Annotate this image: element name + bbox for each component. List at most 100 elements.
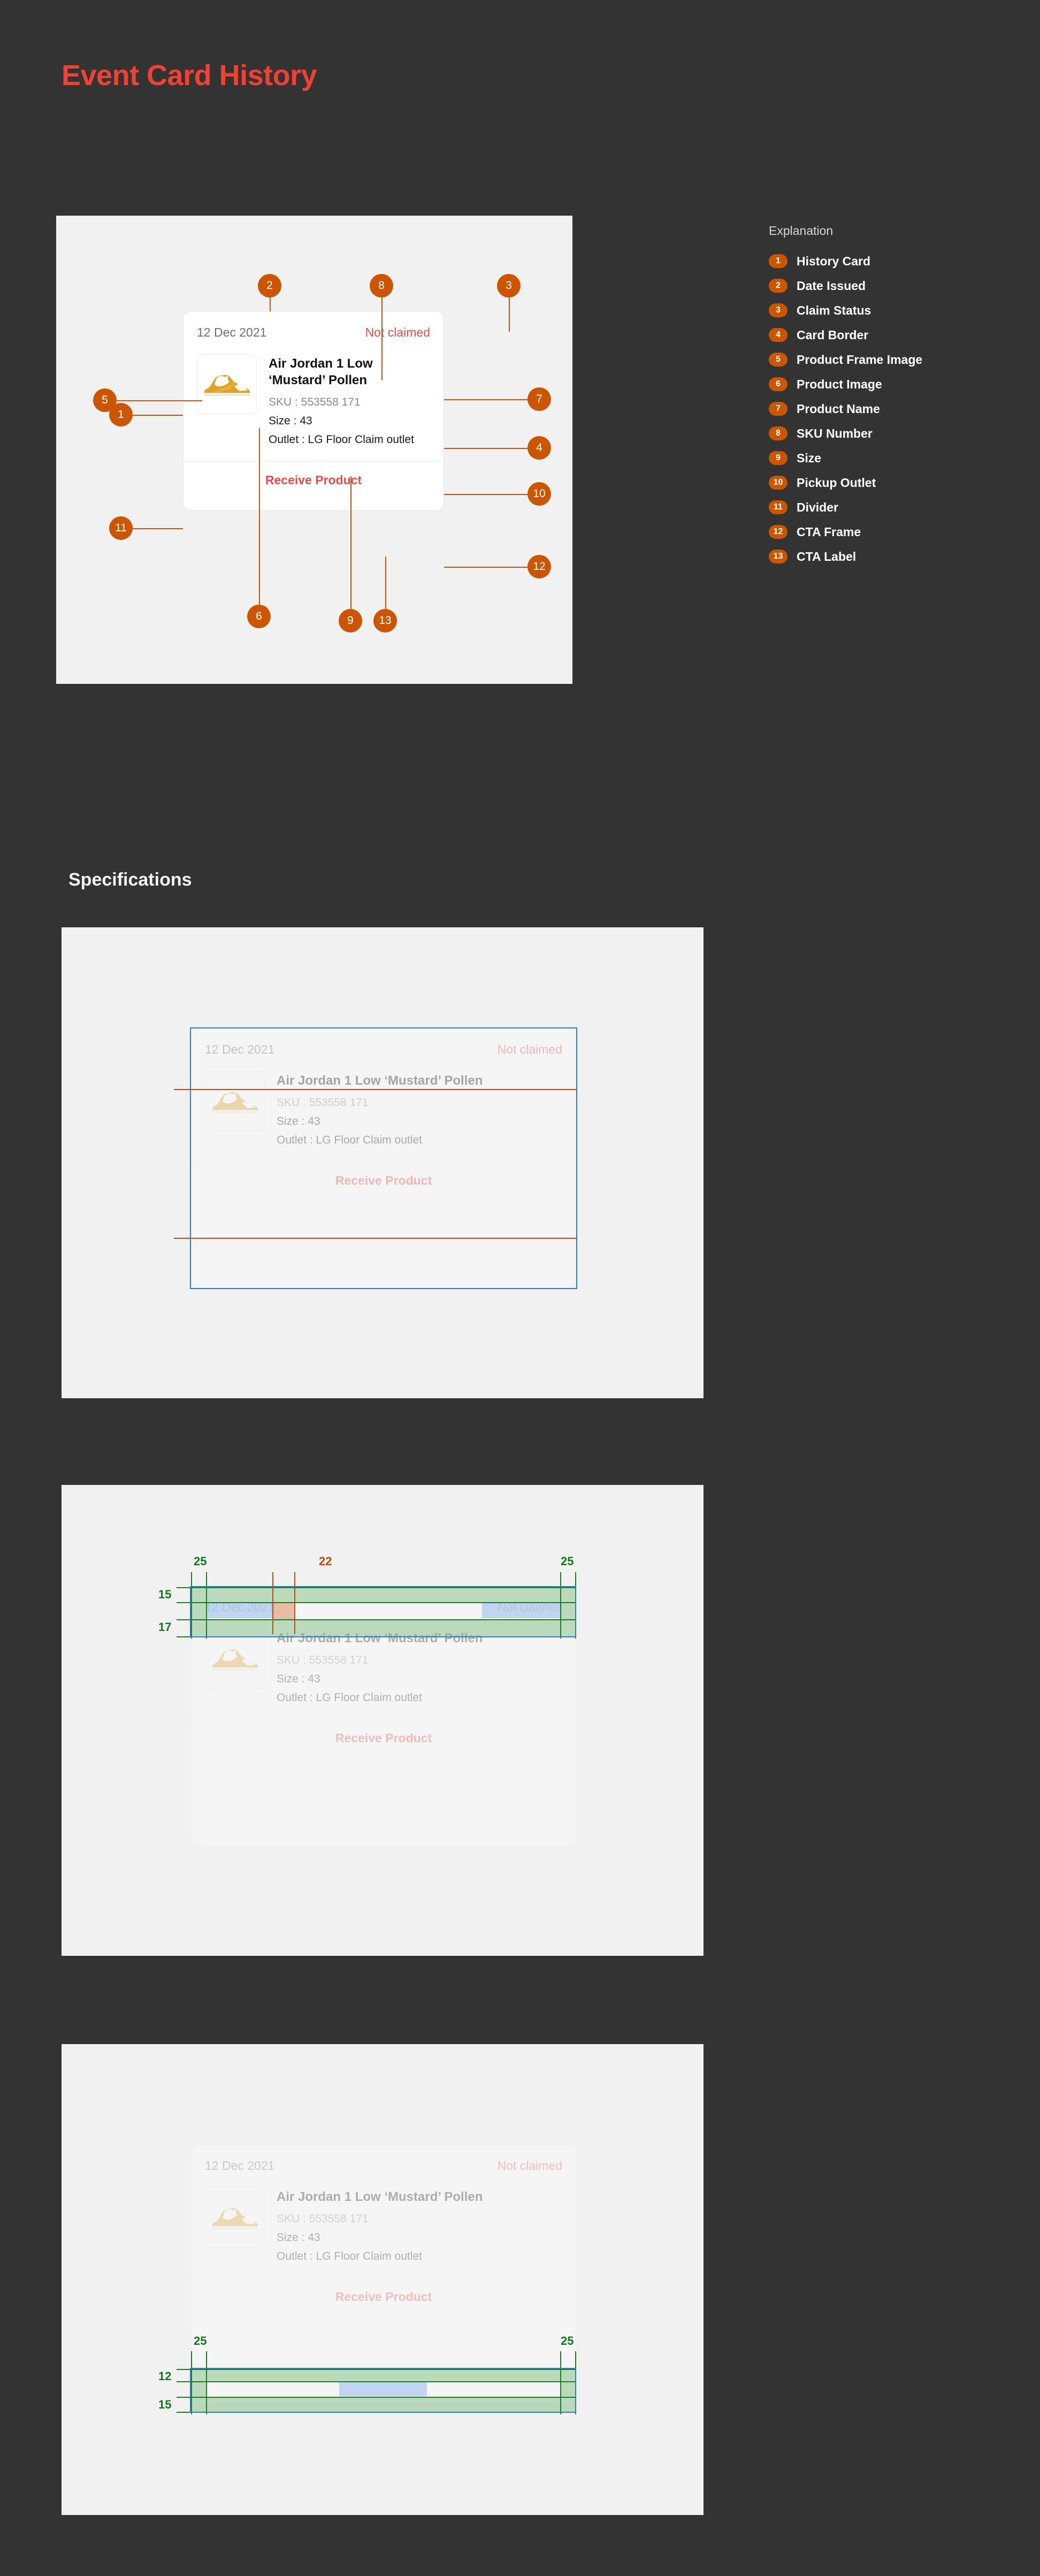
- leader-line-9: [350, 476, 351, 609]
- specifications-heading: Specifications: [68, 870, 192, 890]
- spec3-cta-selection: [339, 2382, 427, 2396]
- claim-status: Not claimed: [365, 325, 430, 339]
- spec1-product-frame: [205, 1071, 265, 1131]
- legend-badge-10: 10: [769, 476, 787, 490]
- spec3-product-frame: [205, 2188, 265, 2247]
- spec2-band-top: [191, 1587, 575, 1602]
- spec2-guide-mid-top: [177, 1602, 575, 1603]
- card-header-row: 12 Dec 2021 Not claimed: [197, 325, 430, 342]
- spec2-band-right: [560, 1602, 575, 1619]
- spec1-card-top: 12 Dec 2021 Not claimed Air Jordan 1 Low…: [192, 1029, 576, 1162]
- leader-line-11: [133, 528, 183, 529]
- legend-badge-11: 11: [769, 500, 787, 514]
- legend-item-date-issued[interactable]: 2 Date Issued: [769, 273, 1004, 298]
- legend-item-cta-frame[interactable]: 12 CTA Frame: [769, 520, 1004, 544]
- callout-marker-11[interactable]: 11: [109, 516, 133, 540]
- spec3-guide-right-outer: [575, 2351, 576, 2414]
- legend-badge-1: 1: [769, 254, 787, 268]
- spec2-date-selection: [206, 1603, 272, 1618]
- legend-item-size[interactable]: 9 Size: [769, 446, 1004, 470]
- spec2-guide-left-inner: [206, 1572, 207, 1638]
- legend-item-history-card[interactable]: 1 History Card: [769, 249, 1004, 273]
- legend-item-cta-label[interactable]: 13 CTA Label: [769, 544, 1004, 569]
- spec1-product-name: Air Jordan 1 Low ‘Mustard’ Pollen: [277, 1073, 483, 1088]
- legend-item-claim-status[interactable]: 3 Claim Status: [769, 298, 1004, 323]
- spec3-guide-left-inner: [206, 2351, 207, 2414]
- spec1-sku: SKU : 553558 171: [277, 1096, 369, 1109]
- product-frame-image: [197, 354, 257, 414]
- spec3-band-right: [560, 2381, 575, 2397]
- spec1-cta-label: Receive Product: [335, 1173, 432, 1187]
- spec1-size: Size : 43: [277, 1115, 320, 1128]
- cta-frame[interactable]: Receive Product: [183, 462, 443, 498]
- spec3-sku: SKU : 553558 171: [277, 2213, 369, 2226]
- callout-marker-6[interactable]: 6: [247, 605, 271, 628]
- callout-marker-1[interactable]: 1: [109, 403, 133, 426]
- sneaker-icon: [212, 2208, 258, 2229]
- legend-label-6: Product Image: [797, 377, 882, 391]
- spec3-status: Not claimed: [497, 2159, 562, 2173]
- legend-badge-5: 5: [769, 353, 787, 367]
- legend-label-7: Product Name: [797, 401, 880, 416]
- cta-label: Receive Product: [265, 472, 362, 487]
- legend-label-12: CTA Frame: [797, 524, 861, 539]
- spec2-pad-bottom-value: 17: [158, 1620, 172, 1634]
- legend-item-divider[interactable]: 11 Divider: [769, 495, 1004, 520]
- leader-line-1: [133, 415, 183, 416]
- spec1-header-row: 12 Dec 2021 Not claimed: [205, 1042, 562, 1060]
- legend-item-product-frame-image[interactable]: 5 Product Frame Image: [769, 347, 1004, 372]
- leader-line-8: [381, 286, 383, 380]
- spec3-cta-label: Receive Product: [335, 2289, 432, 2304]
- spec3-pad-bottom-value: 15: [158, 2398, 172, 2411]
- spec2-product-frame: [205, 1629, 265, 1689]
- spec1-date: 12 Dec 2021: [205, 1042, 275, 1056]
- legend-badge-4: 4: [769, 328, 787, 342]
- spec3-guide-mid-bottom: [177, 2397, 575, 2398]
- legend-label-9: Size: [797, 451, 822, 465]
- spec3-pad-top-value: 12: [158, 2369, 172, 2383]
- legend-item-card-border[interactable]: 4 Card Border: [769, 323, 1004, 347]
- legend-title: Explanation: [769, 224, 833, 238]
- legend-item-product-image[interactable]: 6 Product Image: [769, 372, 1004, 397]
- spec2-guide-mid-bottom: [177, 1619, 575, 1620]
- explanation-legend: Explanation 1 History Card 2 Date Issued…: [769, 224, 1004, 569]
- spec2-product-info: Air Jordan 1 Low ‘Mustard’ Pollen SKU : …: [277, 1629, 483, 1704]
- spec1-rule-top: [174, 1089, 577, 1090]
- spec2-guide-right-outer: [575, 1572, 576, 1638]
- callout-marker-7[interactable]: 7: [527, 387, 551, 411]
- callout-marker-13[interactable]: 13: [373, 609, 397, 632]
- spec2-gap-value: 22: [319, 1554, 332, 1568]
- spec2-pad-right-value: 25: [561, 1554, 574, 1568]
- legend-item-pickup-outlet[interactable]: 10 Pickup Outlet: [769, 470, 1004, 495]
- legend-badge-12: 12: [769, 525, 787, 539]
- callout-marker-2[interactable]: 2: [258, 274, 281, 298]
- spec3-card-top: 12 Dec 2021 Not claimed Air Jordan 1 Low…: [192, 2145, 576, 2278]
- callout-marker-9[interactable]: 9: [339, 609, 362, 632]
- legend-label-13: CTA Label: [797, 549, 857, 563]
- date-issued: 12 Dec 2021: [197, 325, 267, 339]
- card-top-section: 12 Dec 2021 Not claimed Air Jordan 1 Low…: [183, 312, 443, 461]
- spec2-gap-fill: [272, 1602, 294, 1619]
- product-name: Air Jordan 1 Low ‘Mustard’ Pollen: [269, 356, 373, 388]
- spec3-header-row: 12 Dec 2021 Not claimed: [205, 2159, 562, 2176]
- spec3-pad-left-value: 25: [194, 2334, 207, 2348]
- history-card[interactable]: 12 Dec 2021 Not claimed Air Jordan 1 Low…: [183, 311, 444, 510]
- sneaker-icon: [204, 375, 250, 396]
- spec1-status: Not claimed: [497, 1042, 562, 1056]
- legend-item-product-name[interactable]: 7 Product Name: [769, 397, 1004, 421]
- spec2-gap-line-right: [294, 1572, 295, 1634]
- callout-marker-4[interactable]: 4: [527, 436, 551, 460]
- spec3-date: 12 Dec 2021: [205, 2159, 275, 2173]
- legend-badge-2: 2: [769, 279, 787, 293]
- spec3-history-card: 12 Dec 2021 Not claimed Air Jordan 1 Low…: [191, 2145, 576, 2404]
- legend-item-sku-number[interactable]: 8 SKU Number: [769, 421, 1004, 446]
- callout-marker-3[interactable]: 3: [497, 274, 521, 298]
- spec1-outlet: Outlet : LG Floor Claim outlet: [277, 1134, 422, 1147]
- spec2-guide-top: [177, 1587, 575, 1588]
- callout-marker-12[interactable]: 12: [527, 555, 551, 578]
- spec1-history-card: 12 Dec 2021 Not claimed Air Jordan 1 Low…: [191, 1028, 576, 1288]
- callout-marker-8[interactable]: 8: [370, 274, 393, 298]
- spec3-band-top: [191, 2369, 575, 2381]
- legend-label-10: Pickup Outlet: [797, 475, 876, 490]
- callout-marker-10[interactable]: 10: [527, 482, 551, 506]
